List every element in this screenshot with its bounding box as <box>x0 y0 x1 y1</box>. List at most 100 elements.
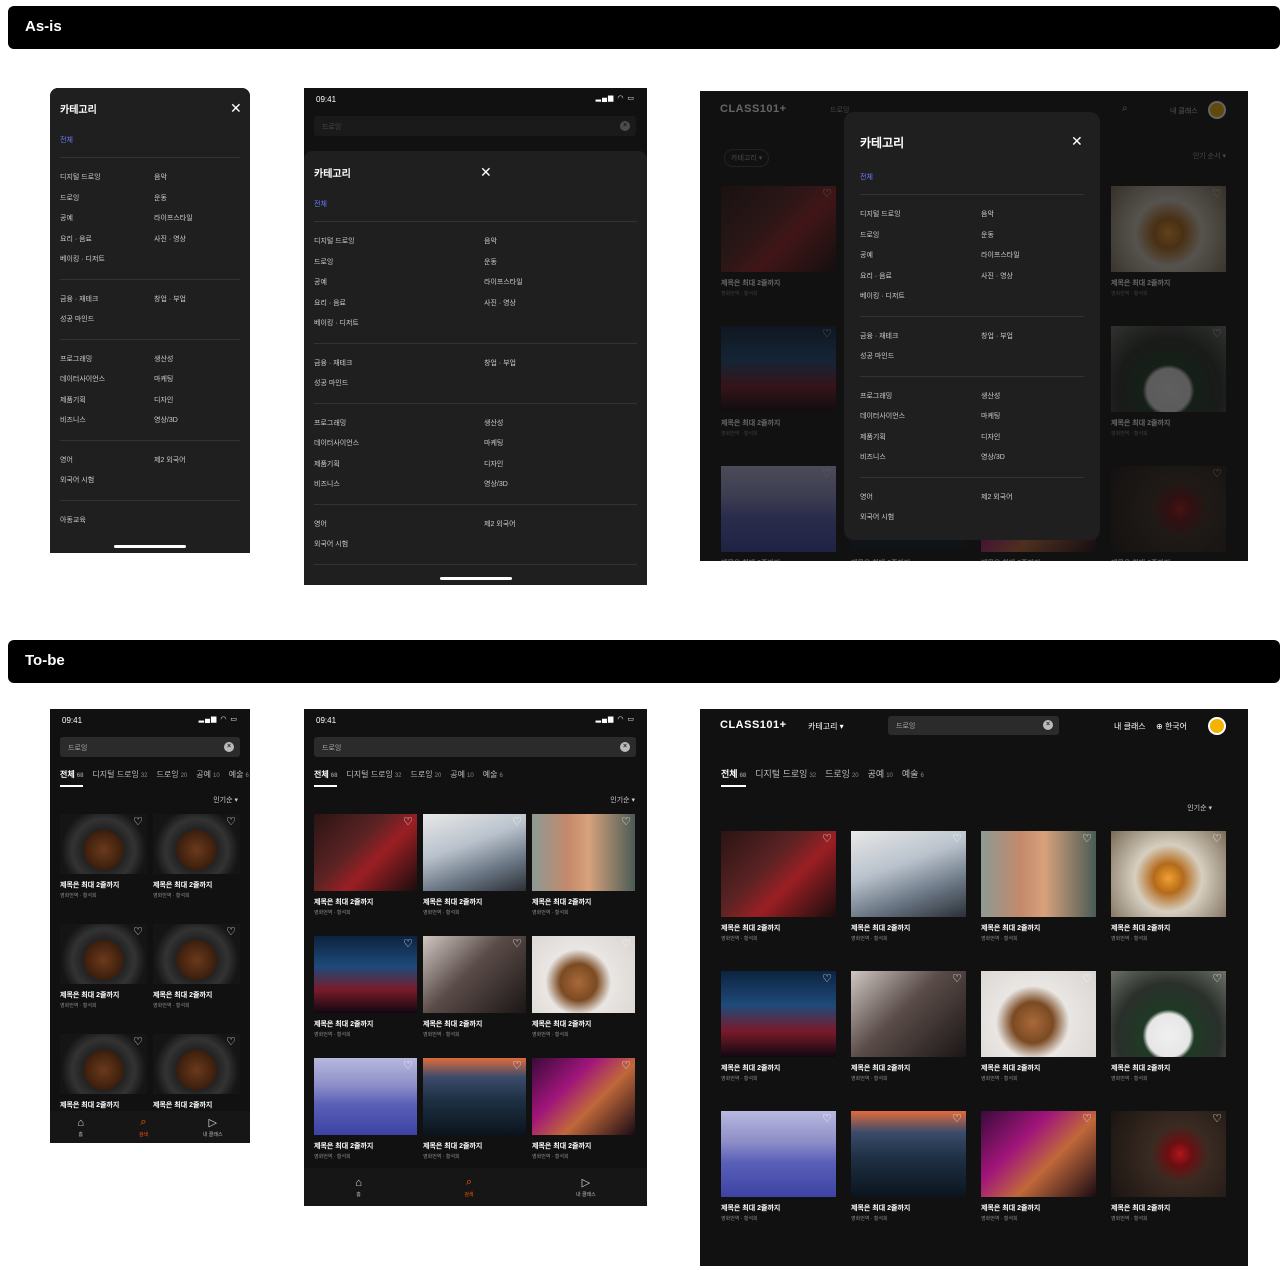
category-item[interactable]: 공예 <box>860 250 873 260</box>
class-card[interactable]: ♡제목은 최대 2줄까지영화번역 · 황석희 <box>314 814 417 921</box>
class-card[interactable]: ♡제목은 최대 2줄까지영화번역 · 황석희 <box>532 936 635 1043</box>
category-item[interactable]: 영상/3D <box>981 452 1005 462</box>
category-item[interactable]: 금융 · 재테크 <box>860 331 898 341</box>
category-item[interactable]: 요리 · 음료 <box>314 298 346 308</box>
class-card[interactable]: ♡제목은 최대 2줄까지영화번역 · 황석희 <box>1111 466 1226 561</box>
class-card[interactable]: ♡제목은 최대 2줄까지영화번역 · 황석희 <box>1111 971 1226 1087</box>
category-item[interactable]: 금융 · 재테크 <box>60 294 98 304</box>
heart-icon[interactable]: ♡ <box>1212 1114 1222 1125</box>
nav-item-1[interactable]: ⌕ 검색 <box>139 1116 148 1138</box>
heart-icon[interactable]: ♡ <box>822 189 832 200</box>
heart-icon[interactable]: ♡ <box>1212 329 1222 340</box>
nav-item-1[interactable]: ⌕ 검색 <box>464 1176 473 1198</box>
category-item[interactable]: 성공 마인드 <box>860 351 894 361</box>
category-item[interactable]: 창업 · 부업 <box>981 331 1013 341</box>
category-item[interactable]: 프로그래밍 <box>60 354 92 364</box>
class-card[interactable]: ♡제목은 최대 2줄까지영화번역 · 황석희 <box>721 466 836 561</box>
category-item[interactable]: 아동교육 <box>60 515 86 525</box>
heart-icon[interactable]: ♡ <box>822 834 832 845</box>
nav-item-0[interactable]: ⌂ 홈 <box>77 1117 84 1138</box>
class-card[interactable]: ♡제목은 최대 2줄까지영화번역 · 황석희 <box>981 831 1096 947</box>
category-all-link[interactable]: 전체 <box>314 199 327 209</box>
class-card[interactable]: ♡제목은 최대 2줄까지영화번역 · 황석희 <box>60 1034 147 1111</box>
category-all-link[interactable]: 전체 <box>60 135 73 145</box>
heart-icon[interactable]: ♡ <box>621 1061 631 1072</box>
heart-icon[interactable]: ♡ <box>403 1061 413 1072</box>
category-item[interactable]: 영어 <box>314 519 327 529</box>
nav-item-2[interactable]: ▷ 내 클래스 <box>203 1116 223 1138</box>
category-item[interactable]: 운동 <box>981 230 994 240</box>
class-card[interactable]: ♡제목은 최대 2줄까지영화번역 · 황석희 <box>981 1111 1096 1227</box>
class-card[interactable]: ♡제목은 최대 2줄까지영화번역 · 황석희 <box>314 1058 417 1165</box>
category-item[interactable]: 사진 · 영상 <box>981 271 1013 281</box>
category-item[interactable]: 음악 <box>154 172 167 182</box>
class-card[interactable]: ♡제목은 최대 2줄까지영화번역 · 황석희 <box>721 971 836 1087</box>
category-item[interactable]: 요리 · 음료 <box>60 234 92 244</box>
class-card[interactable]: ♡제목은 최대 2줄까지영화번역 · 황석희 <box>153 924 240 1014</box>
category-item[interactable]: 영어 <box>860 492 873 502</box>
heart-icon[interactable]: ♡ <box>822 1114 832 1125</box>
category-item[interactable]: 드로잉 <box>860 230 879 240</box>
heart-icon[interactable]: ♡ <box>1212 834 1222 845</box>
category-item[interactable]: 마케팅 <box>484 438 503 448</box>
close-icon[interactable]: ✕ <box>230 101 242 115</box>
class-card[interactable]: ♡제목은 최대 2줄까지영화번역 · 황석희 <box>423 1058 526 1165</box>
class-card[interactable]: ♡제목은 최대 2줄까지영화번역 · 황석희 <box>721 1111 836 1227</box>
class-card[interactable]: ♡제목은 최대 2줄까지영화번역 · 황석희 <box>1111 326 1226 442</box>
heart-icon[interactable]: ♡ <box>133 817 143 828</box>
category-item[interactable]: 제2 외국어 <box>981 492 1013 502</box>
category-item[interactable]: 제품기획 <box>314 459 340 469</box>
category-all-link[interactable]: 전체 <box>860 172 873 182</box>
heart-icon[interactable]: ♡ <box>512 1061 522 1072</box>
category-item[interactable]: 공예 <box>60 213 73 223</box>
category-item[interactable]: 라이프스타일 <box>981 250 1020 260</box>
category-item[interactable]: 영상/3D <box>484 479 508 489</box>
category-item[interactable]: 디자인 <box>981 432 1000 442</box>
class-card[interactable]: ♡제목은 최대 2줄까지영화번역 · 황석희 <box>1111 1111 1226 1227</box>
class-card[interactable]: ♡제목은 최대 2줄까지영화번역 · 황석희 <box>721 831 836 947</box>
category-item[interactable]: 비즈니스 <box>60 415 86 425</box>
heart-icon[interactable]: ♡ <box>822 469 832 480</box>
heart-icon[interactable]: ♡ <box>1082 1114 1092 1125</box>
category-item[interactable]: 제품기획 <box>60 395 86 405</box>
category-item[interactable]: 요리 · 음료 <box>860 271 892 281</box>
category-item[interactable]: 라이프스타일 <box>154 213 193 223</box>
class-card[interactable]: ♡제목은 최대 2줄까지영화번역 · 황석희 <box>60 814 147 904</box>
category-item[interactable]: 데이터사이언스 <box>314 438 359 448</box>
nav-item-0[interactable]: ⌂ 홈 <box>355 1177 362 1198</box>
heart-icon[interactable]: ♡ <box>822 329 832 340</box>
category-item[interactable]: 디지털 드로잉 <box>60 172 101 182</box>
class-card[interactable]: ♡제목은 최대 2줄까지영화번역 · 황석희 <box>153 1034 240 1111</box>
category-item[interactable]: 금융 · 재테크 <box>314 358 352 368</box>
heart-icon[interactable]: ♡ <box>621 817 631 828</box>
heart-icon[interactable]: ♡ <box>226 927 236 938</box>
class-card[interactable]: ♡제목은 최대 2줄까지영화번역 · 황석희 <box>532 814 635 921</box>
category-item[interactable]: 영상/3D <box>154 415 178 425</box>
category-item[interactable]: 성공 마인드 <box>60 314 94 324</box>
heart-icon[interactable]: ♡ <box>822 974 832 985</box>
category-item[interactable]: 생산성 <box>484 418 503 428</box>
category-item[interactable]: 마케팅 <box>154 374 173 384</box>
close-icon[interactable]: ✕ <box>480 165 492 179</box>
category-item[interactable]: 디지털 드로잉 <box>314 236 355 246</box>
heart-icon[interactable]: ♡ <box>1212 469 1222 480</box>
heart-icon[interactable]: ♡ <box>1212 189 1222 200</box>
class-card[interactable]: ♡제목은 최대 2줄까지영화번역 · 황석희 <box>981 971 1096 1087</box>
category-item[interactable]: 디자인 <box>154 395 173 405</box>
category-item[interactable]: 운동 <box>484 257 497 267</box>
category-item[interactable]: 성공 마인드 <box>314 378 348 388</box>
close-icon[interactable]: ✕ <box>1071 134 1083 148</box>
category-item[interactable]: 베이킹 · 디저트 <box>60 254 105 264</box>
category-item[interactable]: 데이터사이언스 <box>860 411 905 421</box>
heart-icon[interactable]: ♡ <box>952 834 962 845</box>
category-item[interactable]: 음악 <box>981 209 994 219</box>
category-item[interactable]: 생산성 <box>981 391 1000 401</box>
class-card[interactable]: ♡제목은 최대 2줄까지영화번역 · 황석희 <box>851 831 966 947</box>
class-card[interactable]: ♡제목은 최대 2줄까지영화번역 · 황석희 <box>721 326 836 442</box>
class-card[interactable]: ♡제목은 최대 2줄까지영화번역 · 황석희 <box>153 814 240 904</box>
class-card[interactable]: ♡제목은 최대 2줄까지영화번역 · 황석희 <box>851 971 966 1087</box>
category-item[interactable]: 마케팅 <box>981 411 1000 421</box>
category-item[interactable]: 비즈니스 <box>314 479 340 489</box>
category-item[interactable]: 베이킹 · 디저트 <box>860 291 905 301</box>
category-item[interactable]: 디지털 드로잉 <box>860 209 901 219</box>
